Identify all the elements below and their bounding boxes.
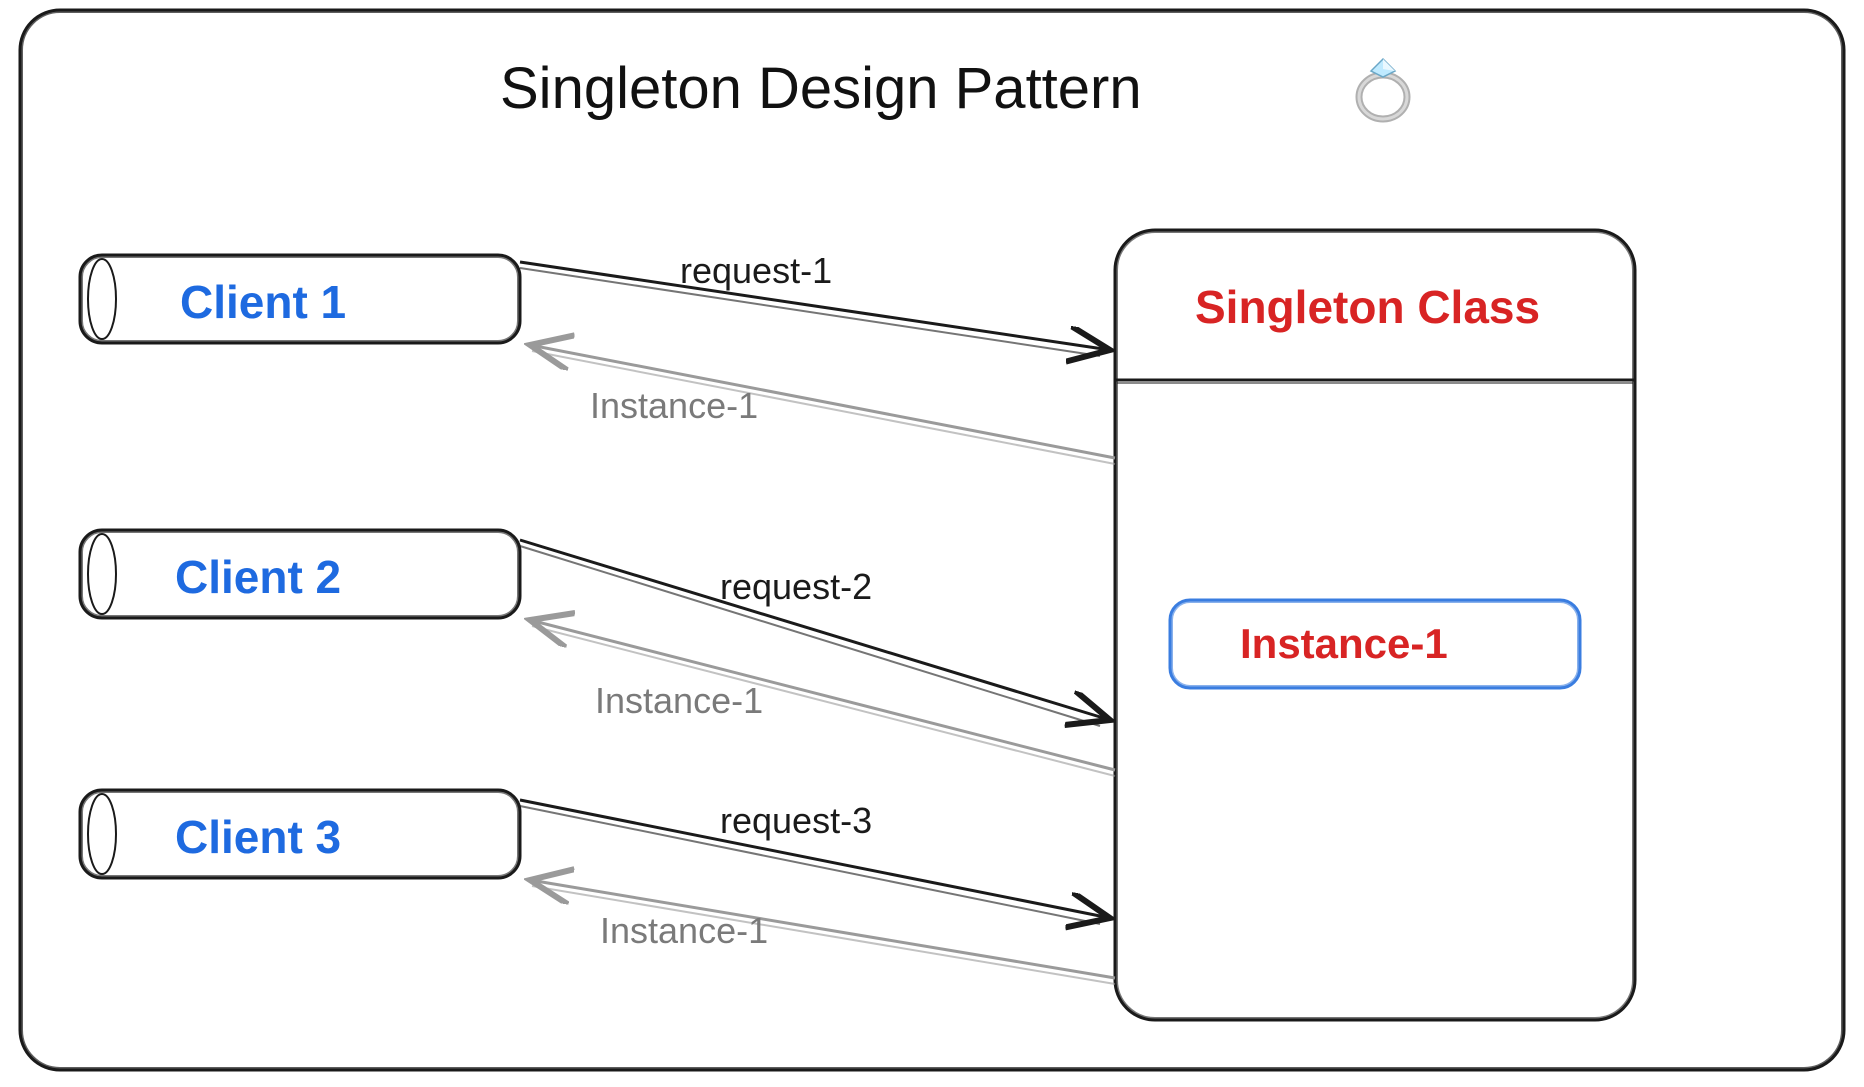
- client-2-box: [80, 530, 520, 618]
- diagram-svg: [0, 0, 1864, 1087]
- response-3-arrow: [530, 880, 1115, 984]
- response-2-arrow: [530, 620, 1115, 776]
- request-3-arrow: [520, 800, 1110, 924]
- client-3-box: [80, 790, 520, 878]
- request-1-arrow: [520, 262, 1110, 356]
- response-1-arrow: [530, 345, 1115, 464]
- singleton-box: [1115, 230, 1635, 1020]
- instance-box: [1170, 600, 1580, 688]
- diagram-canvas: Singleton Design Pattern Client 1 Client…: [0, 0, 1864, 1087]
- client-1-box: [80, 255, 520, 343]
- ring-icon: [1345, 55, 1423, 130]
